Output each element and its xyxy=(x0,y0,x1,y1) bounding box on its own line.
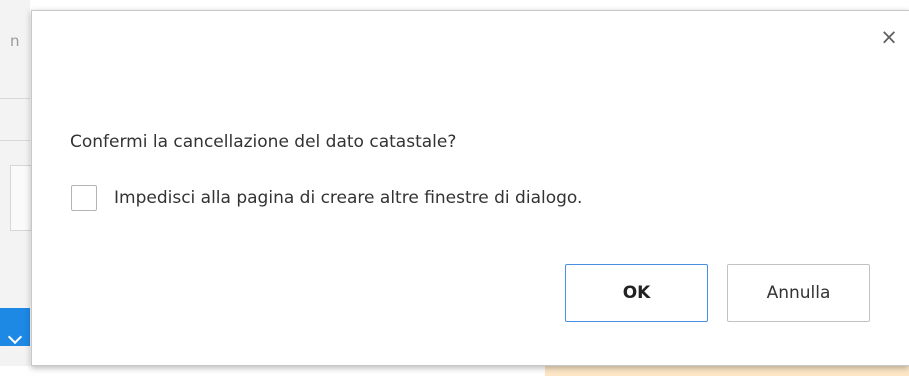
dialog-title xyxy=(49,44,411,102)
suppress-dialogs-option[interactable]: Impedisci alla pagina di creare altre fi… xyxy=(71,185,582,211)
page: n × Confermi la cancellazione del dato c… xyxy=(0,0,909,376)
background-input-field xyxy=(10,165,31,231)
close-button[interactable]: × xyxy=(877,25,901,49)
background-divider xyxy=(0,98,30,99)
confirm-dialog: × Confermi la cancellazione del dato cat… xyxy=(31,10,909,366)
cancel-button[interactable]: Annulla xyxy=(727,264,870,322)
suppress-dialogs-label: Impedisci alla pagina di creare altre fi… xyxy=(114,188,583,208)
ok-button[interactable]: OK xyxy=(565,264,708,322)
background-text-fragment: n xyxy=(10,32,20,50)
background-page-bottom xyxy=(0,366,545,376)
background-highlight-band xyxy=(545,366,909,376)
dialog-message: Confermi la cancellazione del dato catas… xyxy=(70,132,457,152)
close-icon: × xyxy=(880,24,898,49)
suppress-dialogs-checkbox[interactable] xyxy=(71,185,97,211)
background-divider xyxy=(0,140,30,141)
